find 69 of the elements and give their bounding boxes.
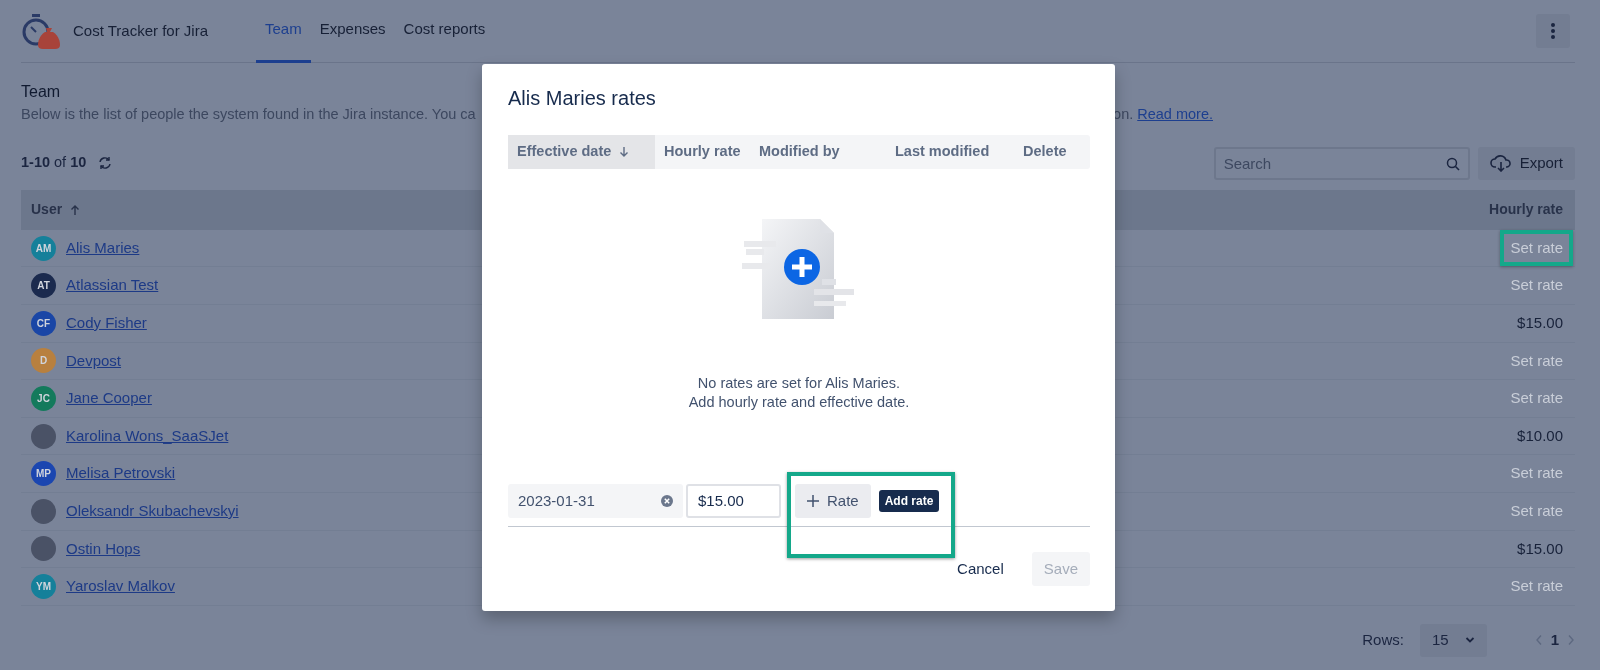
clear-icon[interactable] [661, 495, 673, 507]
sort-up-icon [70, 203, 81, 216]
hourly-rate: $15.00 [1517, 538, 1563, 559]
avatar: YM [31, 573, 56, 599]
set-rate-link[interactable]: Set rate [1510, 462, 1563, 485]
kebab-menu-icon [1551, 23, 1555, 39]
avatar: AM [31, 235, 56, 261]
column-header[interactable]: Hourly rate [1489, 199, 1563, 221]
hourly-rate: $10.00 [1517, 425, 1563, 446]
read-more-link[interactable]: Read more. [1137, 104, 1213, 126]
user-name-link[interactable]: Atlassian Test [66, 274, 159, 297]
page-number[interactable]: 1 [1550, 628, 1559, 652]
cancel-button[interactable]: Cancel [945, 552, 1016, 586]
date-field[interactable]: 2023-01-31 [508, 484, 683, 518]
set-rate-link[interactable]: Set rate [1510, 387, 1563, 410]
avatar: D [31, 348, 56, 374]
user-name-link[interactable]: Ostin Hops [66, 537, 141, 561]
avatar: CF [31, 310, 56, 336]
column-header[interactable]: User [31, 199, 81, 221]
column-header[interactable]: Last modified [886, 135, 1014, 169]
chevron-down-icon [1464, 636, 1475, 645]
user-name-link[interactable]: Oleksandr Skubachevskyi [66, 499, 239, 523]
search-field[interactable]: Search [1213, 146, 1470, 180]
nav-tab[interactable]: Team [256, 0, 311, 63]
photo-placeholder [31, 423, 56, 449]
photo-placeholder [31, 536, 56, 562]
column-header[interactable]: Effective date [508, 135, 655, 169]
user-name-link[interactable]: Yaroslav Malkov [66, 575, 175, 598]
set-rate-link[interactable]: Set rate [1510, 499, 1563, 523]
set-rate-link[interactable]: Set rate [1510, 349, 1563, 373]
user-name-link[interactable]: Melisa Petrovski [66, 462, 176, 485]
stopwatch-moneybag-logo-icon [21, 12, 61, 50]
rows-per-page-select[interactable]: 15 [1419, 623, 1487, 657]
hourly-rate: $15.00 [1517, 313, 1563, 333]
export-button[interactable]: Export [1477, 146, 1575, 180]
cloud-download-icon [1489, 154, 1512, 173]
nav-tab[interactable]: Cost reports [394, 0, 495, 63]
rate-input-field[interactable]: $15.00 [686, 484, 781, 518]
photo-placeholder [31, 498, 56, 524]
user-name-link[interactable]: Karolina Wons_SaaSJet [66, 424, 229, 448]
empty-state-message: Add hourly rate and effective date. [687, 393, 911, 412]
avatar: JC [31, 385, 56, 411]
sort-down-icon [619, 146, 630, 158]
column-header[interactable]: Delete [1014, 135, 1090, 169]
set-rate-link[interactable]: Set rate [1510, 274, 1563, 297]
rows-label: Rows: [1362, 629, 1404, 650]
page-description: Below is the list of people the system found in the Jira instance. You ca [21, 105, 476, 124]
page-title: Team [21, 82, 61, 102]
empty-state-message: No rates are set for Alis Maries. [696, 374, 902, 393]
user-name-link[interactable]: Jane Cooper [66, 387, 152, 410]
column-header[interactable]: Modified by [750, 135, 886, 169]
plus-icon [807, 495, 819, 507]
user-name-link[interactable]: Alis Maries [66, 236, 140, 260]
avatar: MP [31, 461, 56, 487]
refresh-icon[interactable] [98, 156, 113, 171]
nav-tab[interactable]: Expenses [310, 0, 395, 63]
column-header[interactable]: Hourly rate [655, 135, 750, 169]
set-rate-link[interactable]: Set rate [1510, 238, 1563, 256]
user-name-link[interactable]: Cody Fisher [66, 312, 147, 335]
add-rate-button[interactable]: Rate [795, 484, 871, 518]
result-count: 1-10 of 10 [21, 153, 87, 173]
more-options-button[interactable] [1536, 14, 1570, 48]
avatar: AT [31, 273, 56, 299]
user-name-link[interactable]: Devpost [66, 349, 122, 373]
set-rate-link[interactable]: Set rate [1510, 575, 1563, 598]
app-name: Cost Tracker for Jira [73, 20, 209, 41]
dialog-title: Alis Maries rates [508, 86, 657, 110]
tooltip: Add rate [878, 490, 940, 512]
search-icon [1445, 156, 1460, 171]
